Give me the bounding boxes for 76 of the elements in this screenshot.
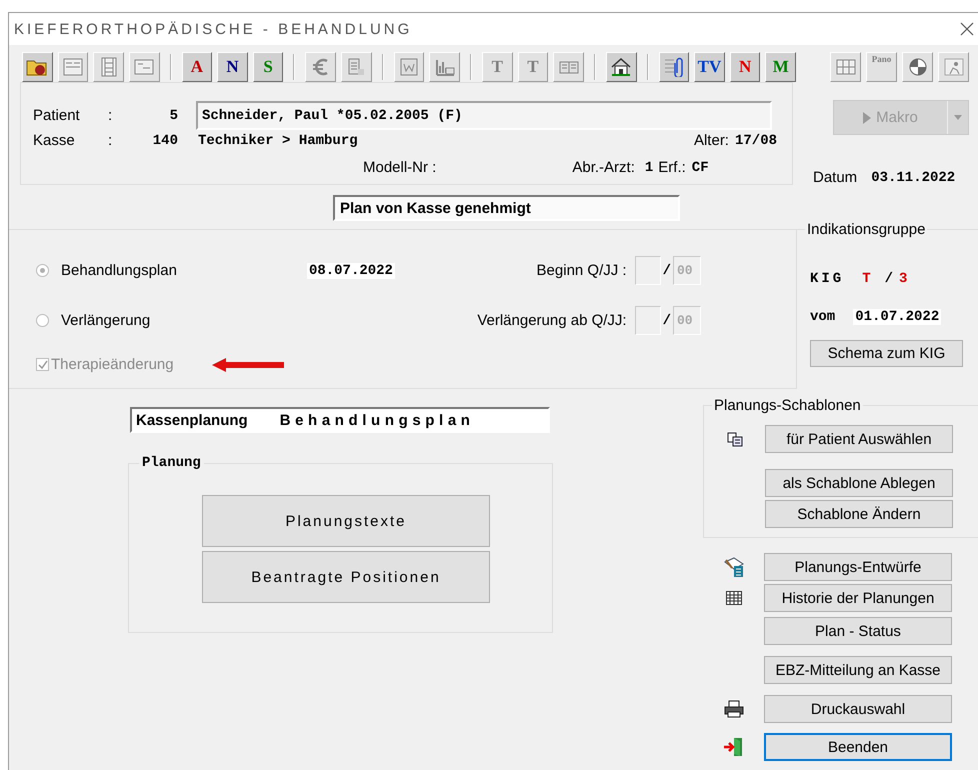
pie-icon: [906, 57, 928, 77]
quarter-field[interactable]: [634, 306, 661, 335]
group-title: Planung: [139, 455, 204, 471]
plan-status-field: Plan von Kasse genehmigt: [333, 195, 680, 221]
recorder-value: CF: [692, 160, 709, 176]
insurance-label: Kasse: [33, 132, 76, 149]
date-value: 03.11.2022: [871, 170, 956, 186]
action-button[interactable]: Druckauswahl: [764, 695, 952, 723]
action-button[interactable]: Plan - Status: [764, 617, 952, 645]
toolbar-button[interactable]: TV: [694, 52, 725, 82]
form-icon: [62, 57, 84, 77]
group-title: Planungs-Schablonen: [712, 397, 863, 414]
slash: /: [662, 312, 671, 328]
patient-number: 5: [168, 108, 178, 124]
toolbar-button[interactable]: N: [217, 52, 248, 82]
from-date: 01.07.2022: [853, 309, 942, 325]
option-label: Behandlungsplan: [61, 262, 177, 279]
kig-label: KIG: [810, 271, 844, 287]
template-button[interactable]: Schablone Ändern: [765, 500, 953, 528]
kig-group: T: [862, 271, 871, 287]
action-button[interactable]: EBZ-Mitteilung an Kasse: [764, 656, 952, 684]
billing-doctor-value: 1: [644, 160, 654, 176]
toolbar-button[interactable]: [22, 52, 53, 82]
group-title: Indikationsgruppe: [805, 221, 928, 238]
plan-date: 08.07.2022: [306, 262, 395, 278]
quarter-label: Verlängerung ab Q/JJ:: [476, 312, 628, 329]
radio-button[interactable]: [36, 264, 49, 277]
action-button[interactable]: Beenden: [764, 733, 952, 761]
action-button[interactable]: Planungs-Entwürfe: [764, 553, 952, 581]
picture-frame-icon: [942, 57, 964, 77]
planning-button[interactable]: Beantragte Positionen: [202, 551, 490, 603]
slash: /: [884, 271, 894, 287]
age-value: 17/08: [734, 132, 777, 148]
toolbar-button[interactable]: [658, 52, 690, 82]
table-icon: [726, 591, 742, 605]
paperclip-icon: [662, 57, 685, 77]
recorder-label: Erf.:: [658, 159, 686, 176]
planning-button[interactable]: Planungstexte: [202, 495, 490, 547]
kig-level: 3: [899, 271, 908, 287]
age-label: Alter:: [694, 132, 729, 149]
slash: /: [662, 262, 671, 278]
window-icon: [133, 57, 156, 77]
option-label: Verlängerung: [61, 312, 150, 329]
grid-icon: [834, 57, 856, 77]
model-number-label: Modell-Nr :: [363, 159, 436, 176]
house-icon: [610, 57, 632, 77]
patient-label: Patient: [33, 107, 81, 124]
radio-button[interactable]: [36, 314, 49, 327]
insurance-number: 140: [152, 132, 178, 148]
template-button[interactable]: für Patient Auswählen: [765, 425, 953, 453]
billing-doctor-label: Abr.-Arzt:: [572, 159, 635, 176]
colon: :: [108, 107, 114, 124]
chart-icon: [434, 57, 456, 77]
insurance-name: Techniker > Hamburg: [198, 132, 359, 148]
schema-button[interactable]: Schema zum KIG: [810, 340, 963, 367]
printer-icon: [724, 700, 744, 718]
exit-door-icon: [722, 737, 744, 757]
quarter-field[interactable]: [634, 256, 661, 285]
toolbar-button[interactable]: A: [182, 52, 212, 82]
option-label: Therapieänderung: [51, 356, 174, 373]
planning-value: Behandlungsplan: [280, 412, 475, 428]
date-label: Datum: [813, 169, 858, 186]
quarter-label: Beginn Q/JJ :: [536, 262, 628, 279]
action-button[interactable]: Historie der Planungen: [764, 584, 952, 612]
document-icon: [398, 57, 420, 77]
planning-label: Kassenplanung: [136, 412, 248, 428]
from-label: vom: [810, 309, 836, 325]
colon: :: [108, 132, 114, 149]
calculator-icon: [722, 556, 744, 578]
toolbar-button[interactable]: [606, 52, 637, 82]
close-icon[interactable]: [960, 22, 974, 36]
template-button[interactable]: als Schablone Ablegen: [765, 469, 953, 497]
window-title: KIEFERORTHOPÄDISCHE - BEHANDLUNG: [14, 20, 412, 38]
copy-icon: [726, 432, 742, 446]
patient-name-field[interactable]: Schneider, Paul *05.02.2005 (F): [196, 101, 772, 130]
play-icon: [863, 112, 872, 124]
